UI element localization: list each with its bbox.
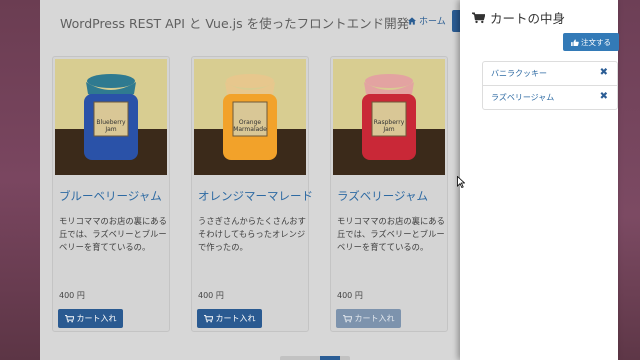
order-button[interactable]: 注文する xyxy=(563,33,619,51)
jar-image: Blueberry Jam xyxy=(84,74,138,160)
product-name[interactable]: ラズベリージャム xyxy=(337,188,428,204)
add-to-cart-label: カート入れ xyxy=(76,314,117,323)
product-card: Raspberry Jam ラズベリージャム モリコママのお店の裏にある丘では、ラ… xyxy=(330,56,448,332)
cart-title-label: カートの中身 xyxy=(490,11,566,26)
product-description: うさぎさんからたくさんおすそわけしてもらったオレンジで作ったの。 xyxy=(198,216,306,252)
add-to-cart-button[interactable]: カート入れ xyxy=(197,309,262,328)
cart-item-list: バニラクッキー ✖ ラズベリージャム ✖ xyxy=(482,61,618,110)
remove-icon[interactable]: ✖ xyxy=(600,67,608,78)
product-price: 400 円 xyxy=(337,291,363,300)
product-image: Orange Marmalade xyxy=(194,59,306,175)
cart-item-label[interactable]: バニラクッキー xyxy=(491,68,547,79)
home-link[interactable]: ホーム xyxy=(408,14,446,27)
product-description: モリコママのお店の裏にある丘では、ラズベリーとブルーベリーを育てているの。 xyxy=(59,216,167,252)
product-price: 400 円 xyxy=(198,291,224,300)
desktop-background-left xyxy=(0,0,40,360)
mouse-cursor-icon xyxy=(457,176,465,188)
pagination[interactable] xyxy=(280,356,350,360)
home-link-label: ホーム xyxy=(419,17,446,27)
add-to-cart-button[interactable]: カート入れ xyxy=(58,309,123,328)
product-description: モリコママのお店の裏にある丘では、ラズベリーとブルーベリーを育てているの。 xyxy=(337,216,445,252)
jar-lid xyxy=(226,74,274,88)
order-button-label: 注文する xyxy=(581,37,611,47)
cart-item-label[interactable]: ラズベリージャム xyxy=(491,92,554,103)
thumbs-up-icon xyxy=(571,38,579,46)
product-name[interactable]: オレンジマーマレード xyxy=(198,188,313,204)
cart-item: バニラクッキー ✖ xyxy=(483,62,617,86)
pagination-active[interactable] xyxy=(320,356,340,360)
product-price: 400 円 xyxy=(59,291,85,300)
jar-lid xyxy=(87,74,135,88)
add-to-cart-label: カート入れ xyxy=(354,314,395,323)
jar-lid xyxy=(365,74,413,88)
shopping-cart-icon xyxy=(472,12,485,23)
product-name[interactable]: ブルーベリージャム xyxy=(59,188,162,204)
cart-panel: カートの中身 注文する バニラクッキー ✖ ラズベリージャム ✖ xyxy=(460,0,619,360)
remove-icon[interactable]: ✖ xyxy=(600,91,608,102)
product-card: Blueberry Jam ブルーベリージャム モリコママのお店の裏にある丘では、… xyxy=(52,56,170,332)
jar-image: Orange Marmalade xyxy=(223,74,277,160)
product-image: Raspberry Jam xyxy=(333,59,445,175)
home-icon xyxy=(408,16,416,25)
cart-icon xyxy=(342,314,352,322)
jar-image: Raspberry Jam xyxy=(362,74,416,160)
cart-title: カートの中身 xyxy=(472,8,565,27)
desktop-background-right xyxy=(618,0,640,360)
add-to-cart-label: カート入れ xyxy=(215,314,256,323)
cart-toggle-button[interactable] xyxy=(452,10,460,32)
page-title: WordPress REST API と Vue.js を使ったフロントエンド開… xyxy=(60,16,410,31)
add-to-cart-button[interactable]: カート入れ xyxy=(336,309,401,328)
product-image: Blueberry Jam xyxy=(55,59,167,175)
cart-icon xyxy=(203,314,213,322)
cart-icon xyxy=(64,314,74,322)
product-card: Orange Marmalade オレンジマーマレード うさぎさんからたくさんおす… xyxy=(191,56,313,332)
cart-item: ラズベリージャム ✖ xyxy=(483,86,617,109)
shop-page: WordPress REST API と Vue.js を使ったフロントエンド開… xyxy=(40,0,460,360)
